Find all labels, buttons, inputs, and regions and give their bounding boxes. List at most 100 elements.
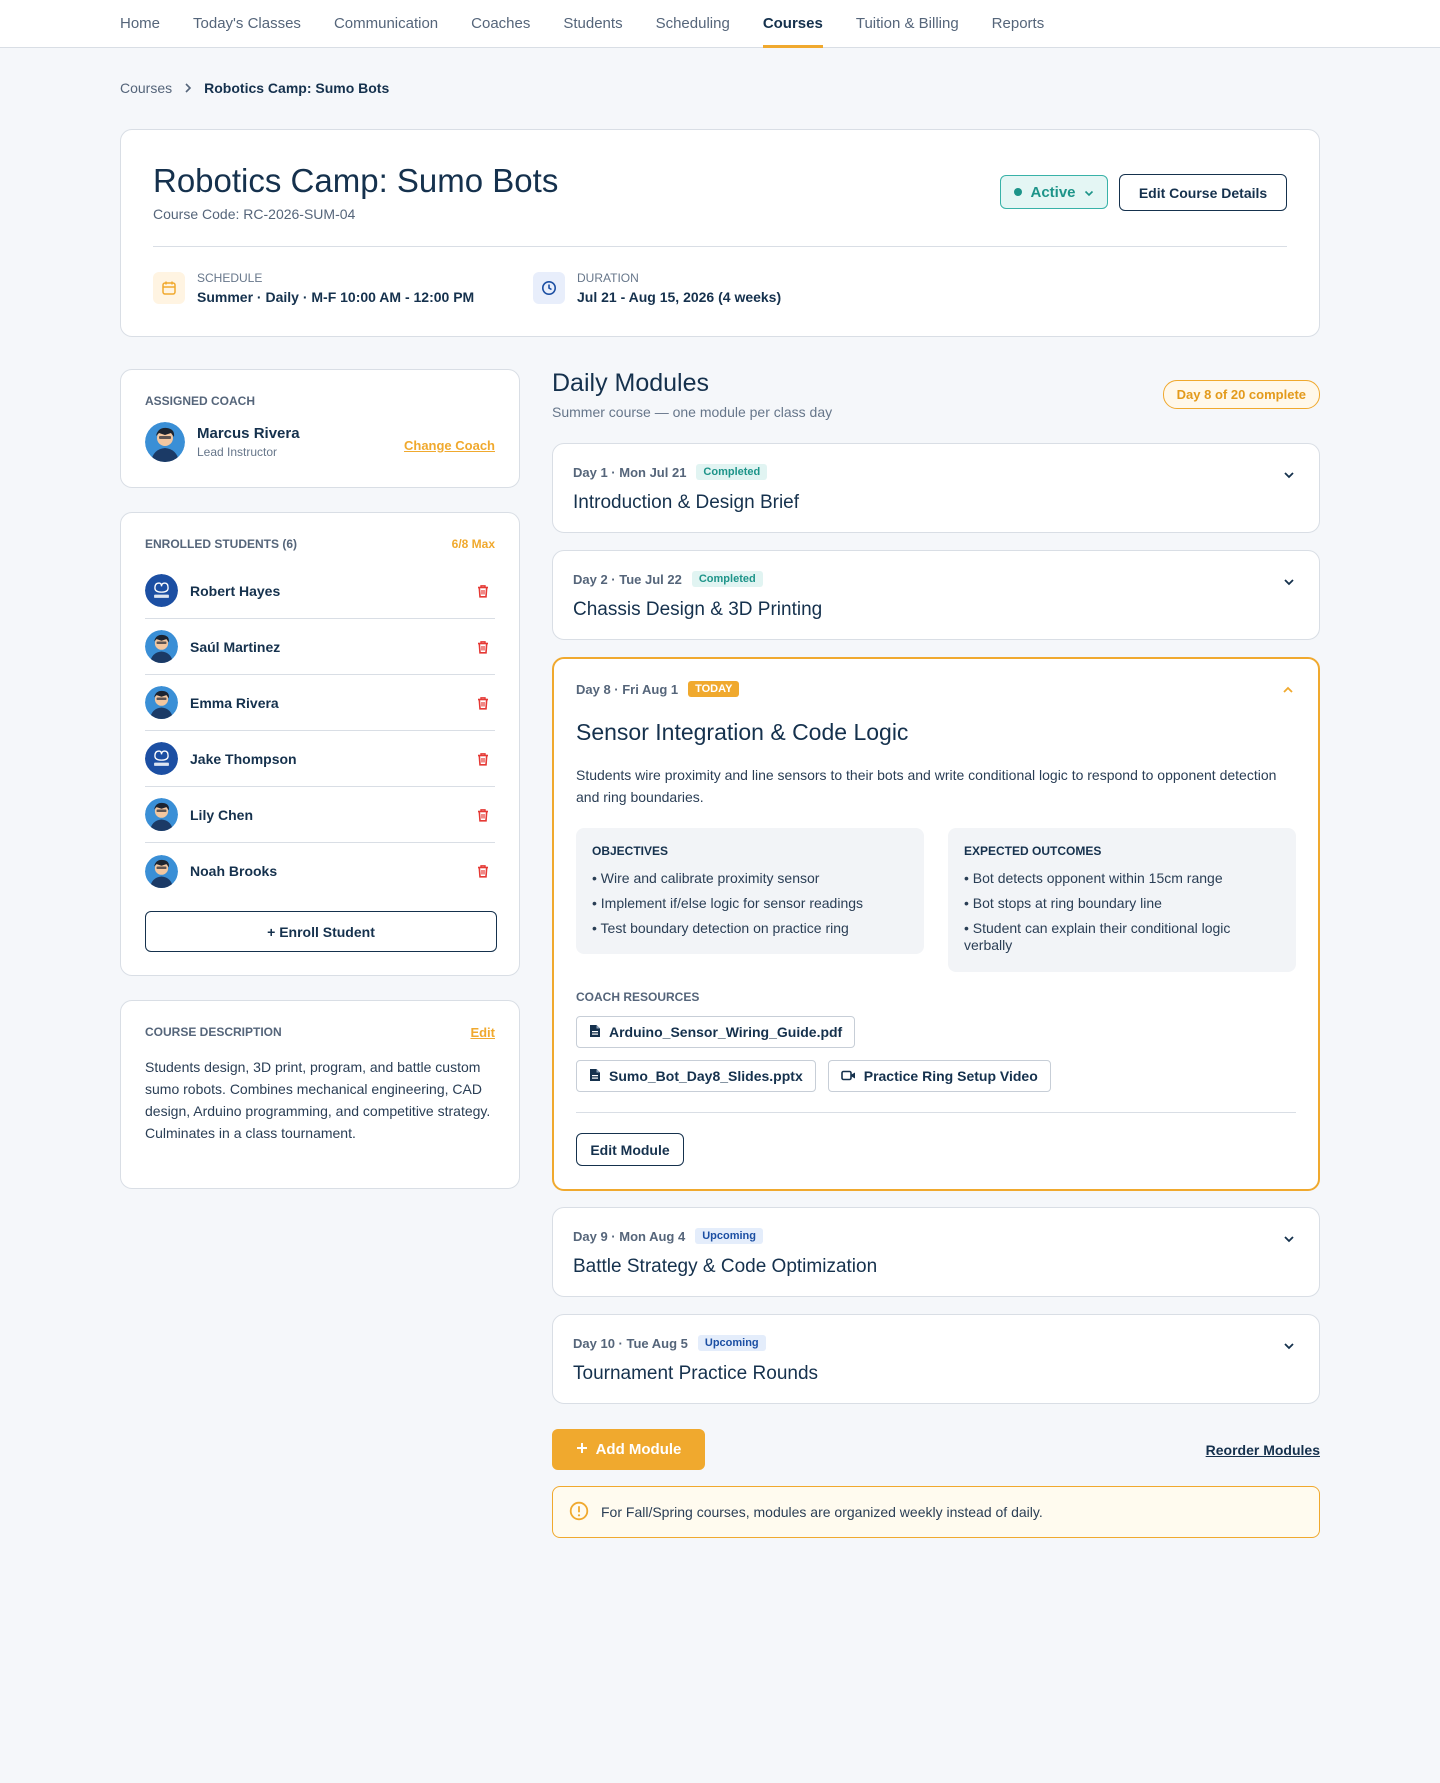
page-title: Robotics Camp: Sumo Bots [153,162,559,199]
resource-chip[interactable]: Practice Ring Setup Video [827,1060,1051,1092]
clock-icon [533,272,565,304]
today-badge: Today [688,681,740,697]
breadcrumb-courses-link[interactable]: Courses [120,80,172,96]
nav-reports[interactable]: Reports [992,0,1045,47]
module-title: Chassis Design & 3D Printing [573,599,823,620]
nav-scheduling[interactable]: Scheduling [656,0,730,47]
module-card-day-9[interactable]: Day 9 · Mon Aug 4 Upcoming Battle Strate… [552,1207,1320,1297]
nav-tuition-billing[interactable]: Tuition & Billing [856,0,959,47]
module-actions: Add Module Reorder Modules [552,1429,1320,1470]
avatar [145,798,178,831]
edit-description-link[interactable]: Edit [470,1025,495,1040]
module-card-day-2[interactable]: Day 2 · Tue Jul 22 Completed Chassis Des… [552,550,1320,640]
trash-icon[interactable] [471,747,495,771]
notice-text: For Fall/Spring courses, modules are org… [601,1504,1043,1520]
expected-outcomes-panel: EXPECTED OUTCOMES • Bot detects opponent… [948,828,1296,972]
course-header-card: Robotics Camp: Sumo Bots Course Code: RC… [120,129,1320,337]
objectives-panel: OBJECTIVES • Wire and calibrate proximit… [576,828,924,954]
avatar [145,742,178,775]
status-dot-icon [1014,188,1023,196]
nav-courses[interactable]: Courses [762,0,823,48]
divider [576,1112,1296,1113]
student-list: Robert Hayes Saúl Martinez Emma Rivera Jake… [145,563,495,899]
student-row: Lily Chen [145,787,495,843]
module-card-day-10[interactable]: Day 10 · Tue Aug 5 Upcoming Tournament P… [552,1314,1320,1404]
module-title: Tournament Practice Rounds [573,1363,819,1384]
course-description-text: Students design, 3D print, program, and … [145,1059,491,1141]
schedule-value: Summer · Daily · M-F 10:00 AM - 12:00 PM [197,289,475,305]
objectives-title: OBJECTIVES [592,844,669,858]
enroll-student-button[interactable]: + Enroll Student [145,911,497,952]
chevron-down-icon[interactable] [1283,1230,1295,1248]
calendar-icon [153,272,185,304]
avatar [145,630,178,663]
module-day: Day 2 · Tue Jul 22 [573,571,682,587]
outcome-item: • Student can explain their conditional … [964,920,1231,953]
course-description-label: COURSE DESCRIPTION [145,1025,282,1039]
module-day: Day 10 · Tue Aug 5 [573,1335,688,1351]
resource-name: Sumo_Bot_Day8_Slides.pptx [609,1068,803,1084]
chevron-down-icon[interactable] [1283,466,1295,484]
student-row: Robert Hayes [145,563,495,619]
chevron-up-icon[interactable] [1282,681,1294,699]
avatar [145,574,178,607]
progress-badge: Day 8 of 20 complete [1162,380,1320,409]
status-dropdown[interactable]: Active [1000,175,1108,209]
nav-communication[interactable]: Communication [334,0,438,47]
nav-students[interactable]: Students [563,0,622,47]
course-code: Course Code: RC-2026-SUM-04 [153,206,356,222]
trash-icon[interactable] [471,803,495,827]
module-day: Day 9 · Mon Aug 4 [573,1228,686,1244]
alert-circle-icon [569,1501,589,1524]
assigned-coach-card: ASSIGNED COACH Marcus Rivera Lead Instru… [120,369,520,488]
course-description-card: COURSE DESCRIPTION Edit Students design,… [120,1000,520,1189]
enrolled-students-card: ENROLLED STUDENTS (6) 6/8 Max Robert Hay… [120,512,520,976]
avatar [145,686,178,719]
trash-icon[interactable] [471,579,495,603]
chevron-down-icon[interactable] [1283,573,1295,591]
breadcrumb-current: Robotics Camp: Sumo Bots [204,80,390,96]
coach-name: Marcus Rivera [197,425,300,442]
module-card-day-8-expanded: Day 8 · Fri Aug 1 Today Sensor Integrati… [552,657,1320,1191]
edit-course-details-button[interactable]: Edit Course Details [1119,174,1287,211]
outcome-item: • Bot stops at ring boundary line [964,895,1162,911]
resource-name: Practice Ring Setup Video [863,1068,1038,1084]
nav-todays-classes[interactable]: Today's Classes [193,0,301,47]
assigned-coach-label: ASSIGNED COACH [145,394,256,408]
resource-name: Arduino_Sensor_Wiring_Guide.pdf [609,1024,843,1040]
trash-icon[interactable] [471,859,495,883]
module-description: Students wire proximity and line sensors… [576,767,1277,805]
student-name: Saúl Martinez [190,638,281,655]
coach-role: Lead Instructor [197,445,278,459]
status-badge: Completed [691,571,763,587]
change-coach-link[interactable]: Change Coach [404,438,495,453]
chevron-down-icon[interactable] [1283,1337,1295,1355]
nav-coaches[interactable]: Coaches [471,0,530,47]
module-title: Introduction & Design Brief [573,492,800,513]
info-notice: For Fall/Spring courses, modules are org… [552,1486,1320,1538]
add-module-label: Add Module [595,1441,682,1458]
student-row: Noah Brooks [145,843,495,899]
chevron-down-icon [1084,184,1094,201]
plus-icon [576,1441,588,1458]
document-icon [589,1024,601,1041]
resource-chip[interactable]: Arduino_Sensor_Wiring_Guide.pdf [576,1016,856,1048]
add-module-button[interactable]: Add Module [552,1429,705,1470]
chevron-right-icon [184,81,192,96]
avatar [145,854,178,888]
top-nav: Home Today's Classes Communication Coach… [0,0,1440,48]
resource-chip[interactable]: Sumo_Bot_Day8_Slides.pptx [576,1060,816,1092]
module-card-day-1[interactable]: Day 1 · Mon Jul 21 Completed Introductio… [552,443,1320,533]
reorder-modules-link[interactable]: Reorder Modules [1206,1442,1320,1458]
edit-module-button[interactable]: Edit Module [576,1133,684,1166]
trash-icon[interactable] [471,691,495,715]
student-row: Jake Thompson [145,731,495,787]
student-name: Jake Thompson [190,750,297,767]
enrollment-count-badge: 6/8 Max [451,537,495,551]
duration-label: DURATION [577,271,639,285]
duration-meta: DURATION Jul 21 - Aug 15, 2026 (4 weeks) [533,271,781,305]
trash-icon[interactable] [471,635,495,659]
nav-home[interactable]: Home [120,0,160,47]
modules-header: Daily Modules Summer course — one module… [552,369,1320,420]
video-icon [840,1068,856,1084]
